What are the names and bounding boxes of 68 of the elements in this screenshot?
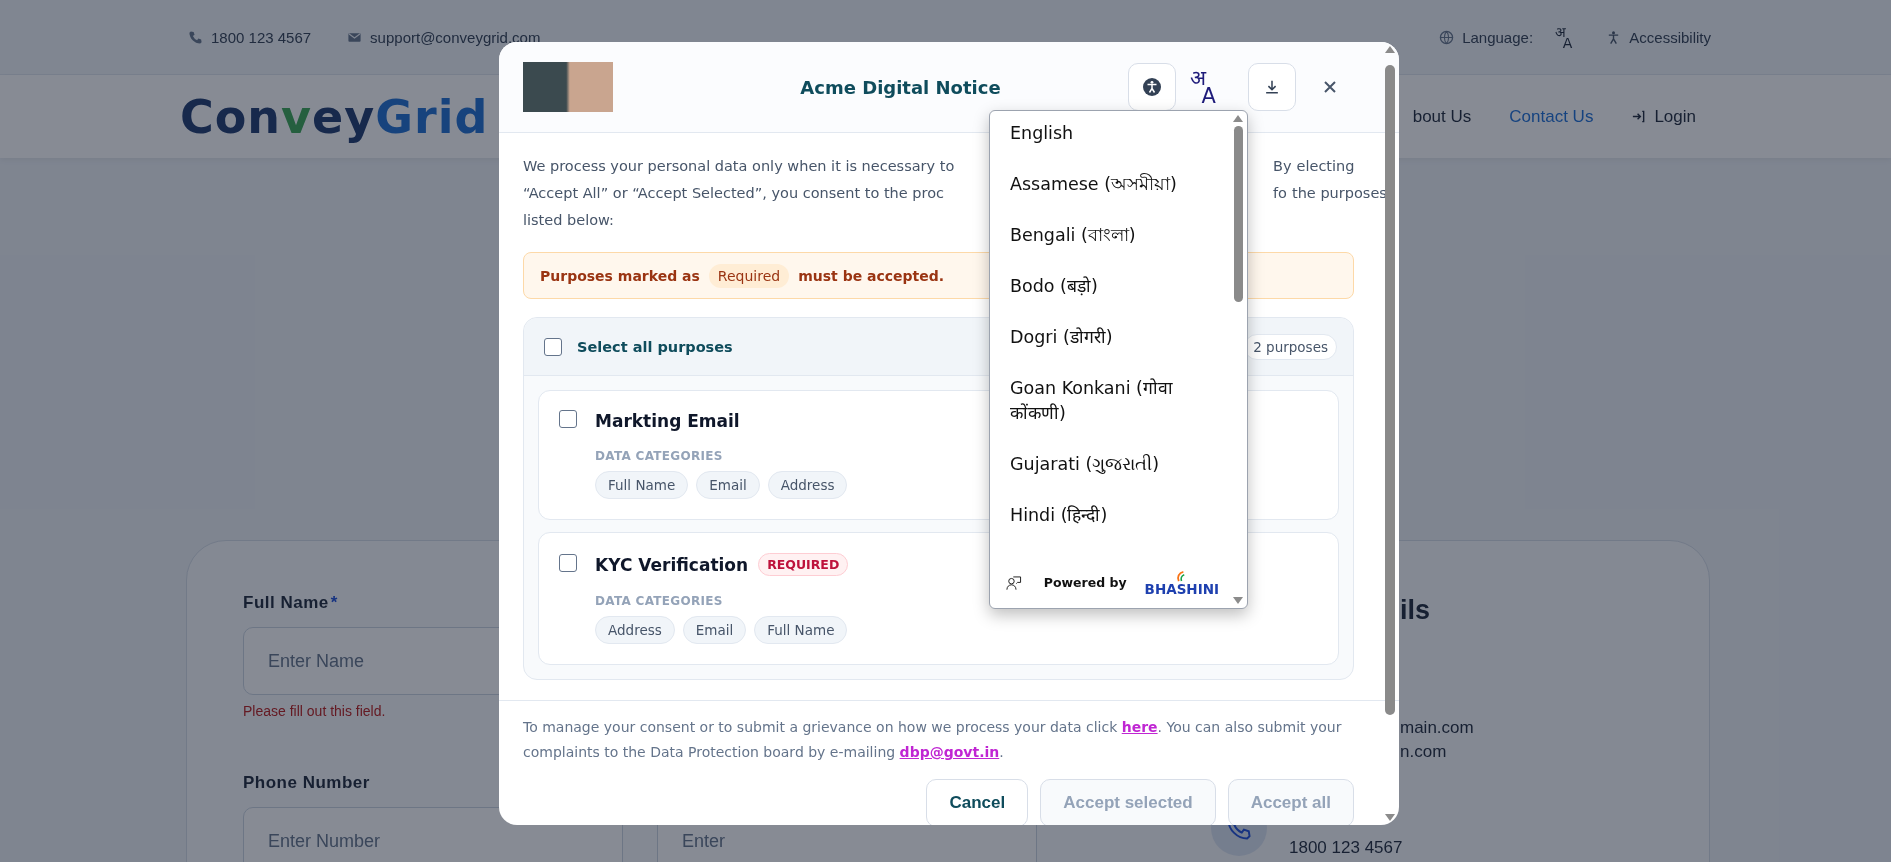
language-option[interactable]: Hindi (हिन्दी) — [1010, 503, 1207, 554]
brand-logo: BHASHINI — [1144, 569, 1219, 596]
category-chip: Email — [696, 471, 760, 499]
checkbox[interactable] — [559, 553, 577, 572]
checkbox[interactable] — [559, 410, 577, 428]
intro-text: fo — [1273, 184, 1287, 203]
purpose-title: Markting Email — [595, 411, 740, 431]
categories-label: DATA CATEGORIES — [595, 449, 724, 463]
language-option[interactable]: Gujarati (ગુજરાતી) — [1010, 452, 1207, 503]
language-glyph[interactable]: अ A — [1555, 24, 1573, 50]
category-chip: Full Name — [754, 616, 848, 644]
site-logo[interactable]: ConveyGrid — [180, 89, 489, 144]
text-link[interactable]: dbp@govt.in — [899, 744, 1000, 760]
phone-field[interactable]: Enter Number — [243, 807, 623, 862]
language-option[interactable]: Goan Konkani (गोवा कोंकणी) — [1010, 376, 1207, 452]
nav-link[interactable]: Contact Us — [1509, 106, 1594, 127]
accessibility-button[interactable] — [1128, 63, 1176, 111]
download-button[interactable] — [1248, 63, 1296, 111]
scrollbar[interactable] — [1232, 115, 1244, 604]
language-option[interactable]: Bengali (বাংলা) — [1010, 223, 1207, 274]
category-chip: Full Name — [595, 471, 689, 499]
purpose-title: KYC Verification — [595, 554, 749, 575]
intro-text: By — [1273, 157, 1292, 176]
language-label: Language: — [1462, 28, 1534, 46]
download-icon — [1263, 78, 1281, 96]
login-icon — [1631, 109, 1647, 124]
translate-button[interactable]: अ A — [1190, 67, 1234, 107]
contact-email[interactable]: support@conveygrid.com — [370, 28, 541, 46]
required-tag: REQUIRED — [758, 553, 849, 576]
field-label: Full Name* — [243, 593, 338, 613]
language-option[interactable]: Assamese (অসমীয়া) — [1010, 172, 1207, 223]
intro-text: the purposes — [1292, 184, 1387, 203]
accessibility-link[interactable]: Accessibility — [1629, 28, 1711, 46]
nav-link[interactable]: bout Us — [1412, 106, 1472, 127]
categories-label: DATA CATEGORIES — [595, 594, 724, 608]
field-label: Phone Number — [243, 773, 370, 793]
powered-by-text: Powered by — [1043, 575, 1127, 591]
select-all-label[interactable]: Select all purposes — [577, 338, 733, 355]
language-option[interactable]: Bodo (बड़ो) — [1010, 274, 1207, 325]
checkbox[interactable] — [544, 337, 562, 356]
grievance-text: To manage your consent or to submit a grievance on how we process your data click here. You can also submit your complaints to the Data Protection board by e-mailing dbp@govt.in. — [523, 718, 1343, 762]
contact-phone[interactable]: 1800 123 4567 — [211, 28, 312, 46]
language-option[interactable]: English — [1010, 121, 1207, 172]
category-chip: Address — [767, 471, 848, 499]
intro-text: We process your personal data only when it is necessary to — [523, 157, 956, 176]
accessibility-icon — [1142, 77, 1162, 97]
dialog-title: Acme Digital Notice — [799, 76, 1002, 98]
email-text: n.com — [1400, 741, 1448, 763]
category-chip: Address — [595, 616, 675, 644]
notice-text: Purposes marked as — [540, 267, 700, 284]
error-message: Please fill out this field. — [243, 703, 387, 719]
login-link[interactable]: Login — [1654, 106, 1696, 127]
intro-text: listed below: — [523, 211, 615, 230]
dialog-button[interactable]: Cancel — [926, 779, 1029, 825]
phone-icon — [188, 29, 203, 45]
required-tag: Required — [708, 263, 790, 288]
scrollbar[interactable] — [1384, 46, 1396, 821]
close-icon — [1323, 80, 1337, 94]
text-link[interactable]: here — [1121, 719, 1158, 735]
category-chip: Email — [682, 616, 747, 644]
intro-text: electing — [1296, 157, 1355, 176]
email-text: main.com — [1400, 717, 1475, 739]
language-option[interactable]: Dogri (डोगरी) — [1010, 325, 1207, 376]
details-heading: ils — [1400, 595, 1432, 626]
intro-text: “Accept All” or “Accept Selected”, you consent to the proc — [523, 184, 945, 203]
globe-icon — [1439, 29, 1455, 45]
phone-text: 1800 123 4567 — [1289, 838, 1403, 858]
notice-text: must be accepted. — [798, 267, 945, 284]
